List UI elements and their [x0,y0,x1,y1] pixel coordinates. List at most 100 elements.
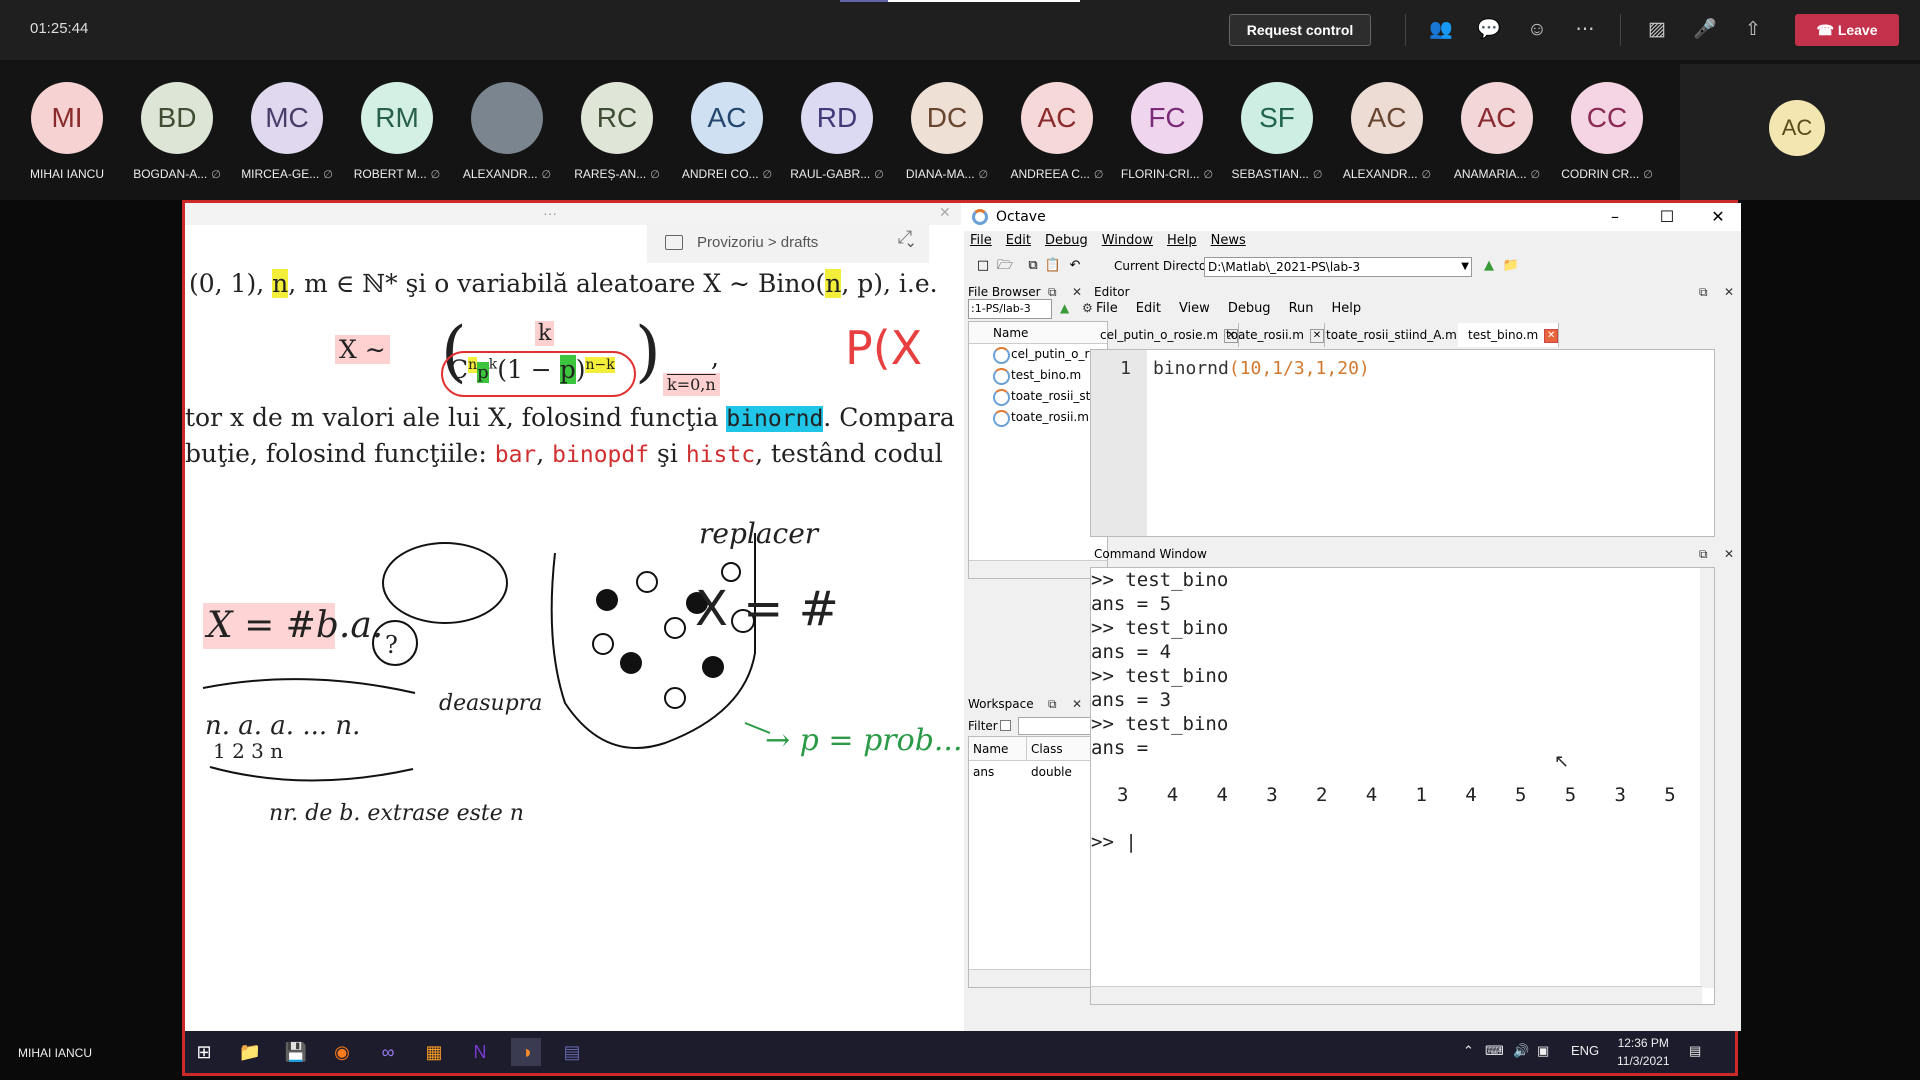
minimize-icon[interactable]: – [1592,203,1638,231]
new-file-icon[interactable]: □ [974,257,992,275]
system-clock[interactable]: 12:36 PM 11/3/2021 [1617,1034,1670,1070]
participant-tile[interactable]: RC RAREȘ-AN... ∅ [562,82,672,192]
col-name[interactable]: Name [969,737,1027,760]
teams-icon[interactable]: ▤ [557,1038,587,1066]
list-item[interactable]: test_bino.m [969,365,1107,386]
save-app-icon[interactable]: 💾 [281,1038,311,1066]
editor-menubar: File Edit View Debug Run Help [1096,301,1379,316]
participant-tile[interactable]: SF SEBASTIAN... ∅ [1222,82,1332,192]
windows-start-icon[interactable]: ⊞ [189,1038,219,1066]
file-explorer-icon[interactable]: 📁 [235,1038,265,1066]
file-browser-path[interactable]: :1-PS/lab-3 [968,299,1052,319]
undock-icon[interactable]: ⧉ [1699,547,1708,562]
participant-tile[interactable]: RM ROBERT M... ∅ [342,82,452,192]
reactions-icon[interactable]: ☺ [1523,16,1551,44]
filter-checkbox[interactable] [1000,720,1011,731]
chevron-up-icon[interactable]: ⌃ [1463,1043,1474,1059]
list-item[interactable]: toate_rosii.m [969,407,1107,428]
up-directory-icon[interactable]: ▲ [1060,301,1069,315]
menu-item[interactable]: Window [1102,233,1153,248]
maximize-icon[interactable]: ☐ [1644,203,1690,231]
participant-tile[interactable]: AC ALEXANDR... ∅ [1332,82,1442,192]
avatar: AC [1021,82,1093,154]
undock-icon[interactable]: ⧉ [1699,285,1708,300]
editor-tab[interactable]: toate_rosii.m ✕ [1216,323,1325,347]
notifications-icon[interactable]: ▤ [1689,1043,1701,1059]
open-folder-icon[interactable]: 🗁 [996,257,1014,275]
network-icon[interactable]: ▣ [1537,1043,1549,1059]
participant-tile[interactable]: BD BOGDAN-A... ∅ [122,82,232,192]
paste-icon[interactable]: 📋 [1044,257,1062,275]
volume-icon[interactable]: 🔊 [1513,1043,1529,1059]
editor-tab[interactable]: toate_rosii_stiind_A.m✕ [1316,323,1478,347]
participant-name-text: BOGDAN-A... [133,167,208,181]
editor-menu-item[interactable]: Run [1289,301,1314,316]
col-class[interactable]: Class [1027,737,1063,760]
browse-folder-icon[interactable]: 📁 [1502,257,1520,275]
onenote-icon[interactable]: N [465,1038,495,1066]
horizontal-scrollbar[interactable] [969,560,1107,578]
result-value: 2 [1316,784,1328,806]
close-icon[interactable]: ✕ [1724,285,1734,299]
command-window[interactable]: >> test_bino ans = 5 >> test_bino ans = 4 >>… [1090,567,1715,1005]
horizontal-scrollbar[interactable] [969,969,1107,987]
menu-item[interactable]: Help [1167,233,1197,248]
participant-tile[interactable]: RD RAUL-GABR... ∅ [782,82,892,192]
menu-item[interactable]: File [970,233,992,248]
request-control-button[interactable]: Request control [1229,14,1371,46]
participant-tile[interactable]: MI MIHAI IANCU [12,82,122,192]
name-column-header[interactable]: Name [969,322,1107,344]
participant-tile[interactable]: AC ANDREEA C... ∅ [1002,82,1112,192]
participant-tile[interactable]: AC ANDREI CO... ∅ [672,82,782,192]
chat-icon[interactable]: 💬 [1475,16,1503,44]
table-row[interactable]: ans double [969,761,1107,783]
close-icon[interactable]: ✕ [1544,328,1559,343]
participant-tile[interactable]: AC ANAMARIA... ∅ [1442,82,1552,192]
language-indicator[interactable]: ENG [1571,1043,1599,1058]
close-icon[interactable]: ✕ [1072,697,1082,711]
editor-tab[interactable]: test_bino.m ✕ [1458,323,1560,347]
undock-icon[interactable]: ⧉ [1048,285,1057,300]
up-directory-icon[interactable]: ▲ [1480,257,1498,275]
firefox-icon[interactable]: ◉ [327,1038,357,1066]
participant-tile[interactable]: CC CODRIN CR... ∅ [1552,82,1662,192]
share-screen-icon[interactable]: ⇧ [1739,16,1767,44]
menu-item[interactable]: Edit [1006,233,1031,248]
visual-studio-icon[interactable]: ∞ [373,1038,403,1066]
close-icon[interactable]: ✕ [1695,203,1741,231]
menu-item[interactable]: News [1211,233,1246,248]
participant-tile[interactable]: ALEXANDR... ∅ [452,82,562,192]
camera-off-icon[interactable]: ▨ [1643,16,1671,44]
undo-icon[interactable]: ↶ [1066,257,1084,275]
vertical-scrollbar[interactable] [1700,568,1714,988]
leave-button[interactable]: ☎ Leave [1795,14,1899,46]
avatar: SF [1241,82,1313,154]
participant-tile[interactable]: FC FLORIN-CRI... ∅ [1112,82,1222,192]
octave-title-bar: Octave – ☐ ✕ [964,203,1741,231]
close-icon[interactable]: ✕ [1724,547,1734,561]
people-icon[interactable]: 👥 [1427,16,1455,44]
more-actions-icon[interactable]: ⋯ [1571,16,1599,44]
undock-icon[interactable]: ⧉ [1048,697,1057,712]
keyboard-icon[interactable]: ⌨ [1485,1043,1504,1059]
close-icon[interactable]: ✕ [1072,285,1082,299]
notes-app-icon[interactable]: ▦ [419,1038,449,1066]
editor-menu-item[interactable]: Help [1332,301,1362,316]
current-directory-input[interactable]: D:\Matlab\_2021-PS\lab-3 ▼ [1204,257,1472,277]
list-item[interactable]: cel_putin_o_rc [969,344,1107,365]
editor-menu-item[interactable]: View [1179,301,1210,316]
menu-item[interactable]: Debug [1045,233,1088,248]
participant-tile[interactable]: MC MIRCEA-GE... ∅ [232,82,342,192]
mic-off-icon[interactable]: 🎤 [1691,16,1719,44]
command-prompt[interactable]: >> | [1091,830,1714,854]
editor-menu-item[interactable]: Debug [1228,301,1271,316]
participant-tile[interactable]: DC DIANA-MA... ∅ [892,82,1002,192]
horizontal-scrollbar[interactable] [1091,986,1702,1004]
list-item[interactable]: toate_rosii_stii [969,386,1107,407]
editor-menu-item[interactable]: File [1096,301,1118,316]
editor-menu-item[interactable]: Edit [1136,301,1161,316]
copy-icon[interactable]: ⧉ [1024,257,1042,275]
octave-taskbar-icon[interactable]: ◑ [511,1038,541,1066]
gear-icon[interactable]: ⚙ [1082,301,1093,315]
code-editor[interactable]: 1 binornd(10,1/3,1,20) [1090,349,1715,537]
